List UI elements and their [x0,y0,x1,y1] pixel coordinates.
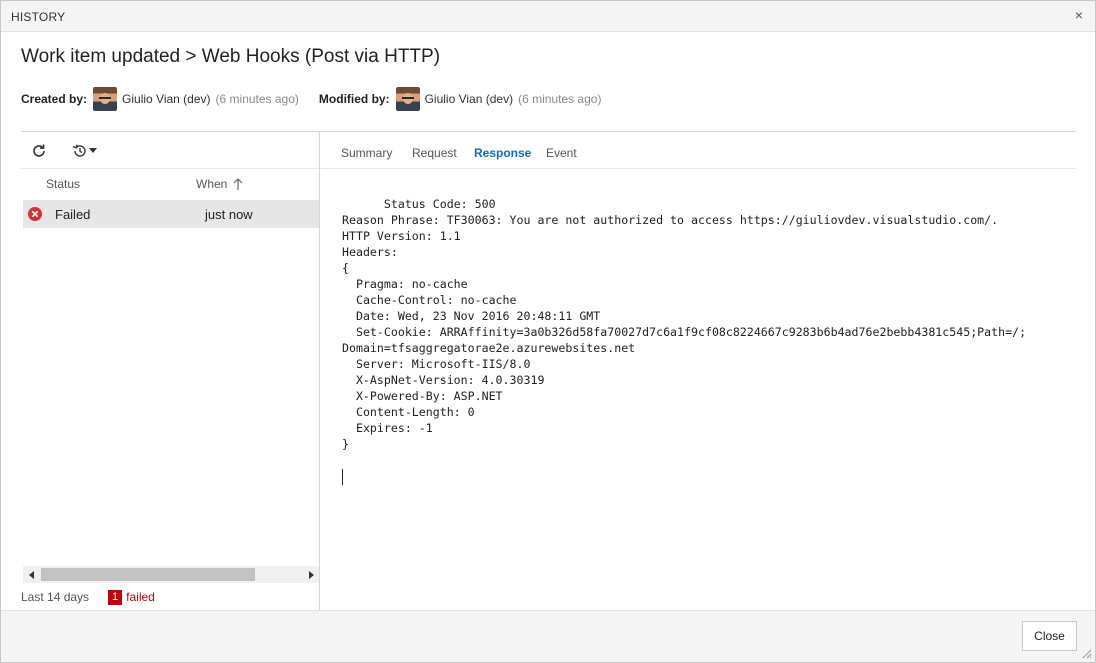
dialog-footer: Close [1,610,1095,662]
failed-count-badge: 1 [108,589,123,605]
history-toolbar [21,132,319,169]
history-dialog: HISTORY × Work item updated > Web Hooks … [0,0,1096,663]
avatar [395,87,420,111]
created-by-name[interactable]: Giulio Vian (dev) [122,92,211,106]
history-icon [72,144,86,157]
scroll-left-icon[interactable] [23,566,40,583]
tab-response[interactable]: Response [474,146,531,160]
row-when: just now [205,207,253,222]
sort-ascending-icon [233,178,243,190]
chevron-down-icon [89,148,97,153]
modified-by-label: Modified by: [318,92,390,106]
close-button[interactable]: Close [1022,621,1077,651]
history-summary: Last 14 days 1 failed [21,588,155,606]
error-icon [28,207,42,221]
avatar [93,87,118,111]
page-title: Work item updated > Web Hooks (Post via … [21,46,441,67]
table-row[interactable]: Failed just now [23,200,319,228]
refresh-icon [33,144,45,157]
response-content[interactable]: Status Code: 500 Reason Phrase: TF30063:… [342,180,1072,517]
failed-label: failed [126,590,155,604]
scrollbar-thumb[interactable] [41,568,255,581]
refresh-button[interactable] [31,140,51,162]
details-pane: Summary Request Response Event Status Co… [321,132,1076,610]
tab-event[interactable]: Event [546,146,577,160]
history-filter-button[interactable] [71,140,101,162]
row-status: Failed [55,207,91,222]
horizontal-scrollbar[interactable] [23,566,319,583]
history-list-pane: Status When Failed just now Last 14 days… [21,132,320,610]
scroll-right-icon[interactable] [302,566,319,583]
close-icon[interactable]: × [1071,7,1087,23]
response-text: Status Code: 500 Reason Phrase: TF30063:… [342,197,1027,451]
dialog-title: HISTORY [11,10,66,24]
tab-request[interactable]: Request [412,146,457,160]
text-caret [342,469,343,485]
modified-by-name[interactable]: Giulio Vian (dev) [425,92,514,106]
dialog-titlebar: HISTORY × [1,1,1095,32]
modified-time: (6 minutes ago) [518,92,602,106]
column-header-status[interactable]: Status [46,177,80,191]
resize-grip-icon[interactable] [1082,649,1092,659]
created-time: (6 minutes ago) [215,92,299,106]
column-header-when[interactable]: When [196,177,243,191]
author-info: Created by: Giulio Vian (dev) (6 minutes… [21,86,601,112]
tab-summary[interactable]: Summary [341,146,392,160]
column-header-when-label: When [196,177,228,191]
date-range-label: Last 14 days [21,590,90,604]
created-by-label: Created by: [21,92,88,106]
details-tabs: Summary Request Response Event [321,132,1076,169]
